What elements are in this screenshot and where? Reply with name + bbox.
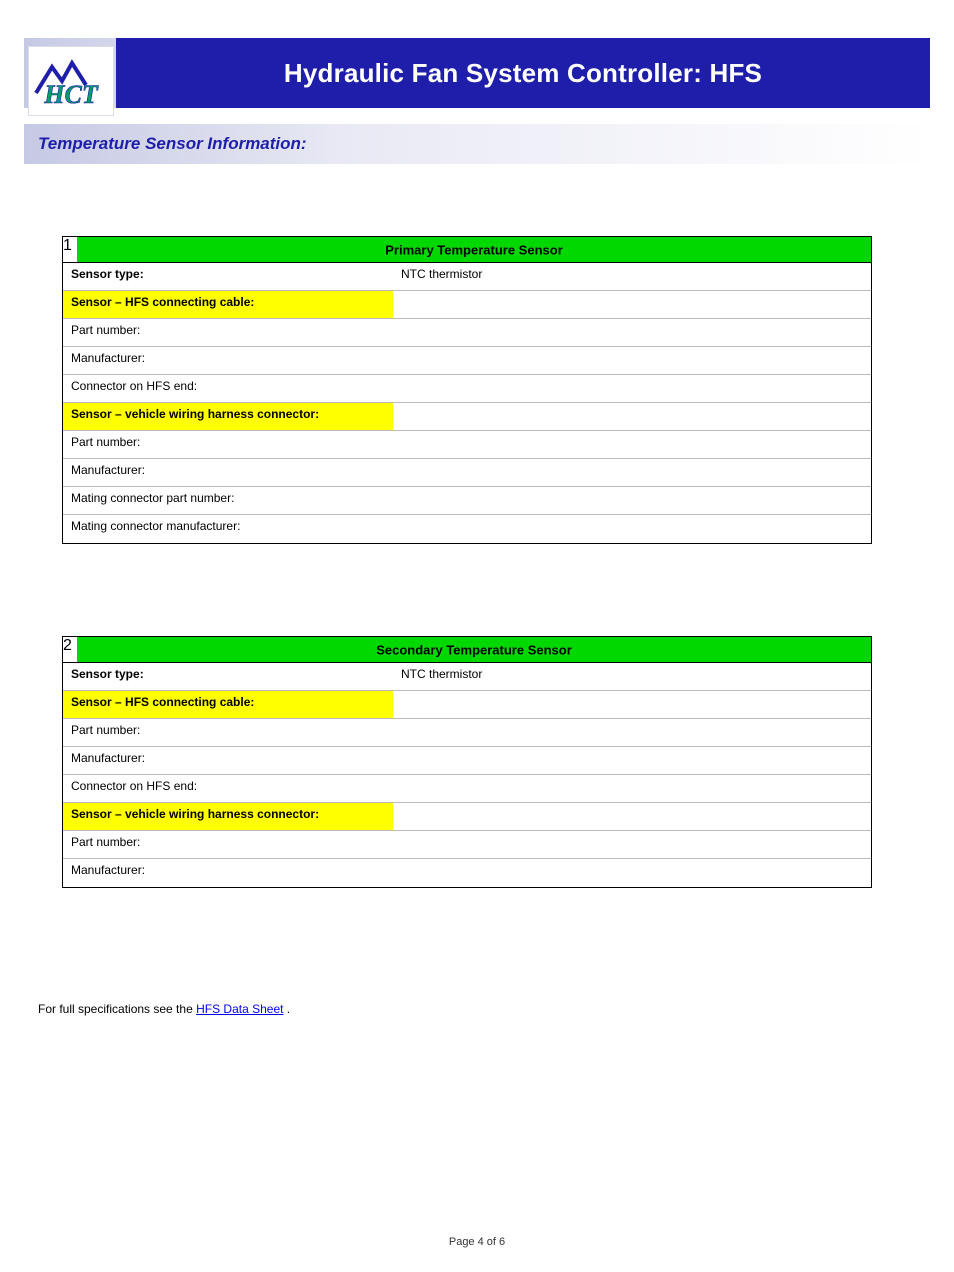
table-row: Sensor – HFS connecting cable: [63, 691, 871, 719]
top-banner: Hydraulic Fan System Controller: HFS [24, 38, 930, 108]
table-row: Sensor – vehicle wiring harness connecto… [63, 403, 871, 431]
row-label: Mating connector manufacturer: [63, 515, 393, 543]
table-row: Sensor type: NTC thermistor [63, 263, 871, 291]
box-a-header: 1 Primary Temperature Sensor [63, 237, 871, 263]
row-value: NTC thermistor [393, 663, 871, 690]
section-strip: Temperature Sensor Information: [24, 124, 930, 164]
table-row: Connector on HFS end: [63, 375, 871, 403]
logo-box: HCT [28, 46, 114, 116]
svg-text:HCT: HCT [43, 80, 99, 109]
row-label: Sensor – HFS connecting cable: [63, 691, 393, 718]
table-row: Part number: [63, 431, 871, 459]
table-row: Sensor type: NTC thermistor [63, 663, 871, 691]
row-value [393, 375, 871, 402]
row-value [393, 403, 871, 430]
row-label: Manufacturer: [63, 347, 393, 374]
box-b-header-text: Secondary Temperature Sensor [376, 642, 572, 657]
table-row: Manufacturer: [63, 347, 871, 375]
row-value [393, 431, 871, 458]
table-row: Part number: [63, 319, 871, 347]
box-a-header-text: Primary Temperature Sensor [385, 242, 563, 257]
box-b-header-num: 2 [63, 637, 77, 663]
row-value [393, 515, 871, 543]
row-label: Part number: [63, 831, 393, 858]
box-a-header-num: 1 [63, 237, 77, 263]
table-row: Part number: [63, 831, 871, 859]
row-label: Sensor – HFS connecting cable: [63, 291, 393, 318]
page-footer: Page 4 of 6 [0, 1236, 954, 1248]
table-row: Manufacturer: [63, 859, 871, 887]
row-label: Sensor – vehicle wiring harness connecto… [63, 403, 393, 430]
table-row: Mating connector manufacturer: [63, 515, 871, 543]
secondary-sensor-box: 2 Secondary Temperature Sensor Sensor ty… [62, 636, 872, 888]
page-root: Hydraulic Fan System Controller: HFS HCT… [0, 0, 954, 1272]
row-value [393, 319, 871, 346]
box-b-header: 2 Secondary Temperature Sensor [63, 637, 871, 663]
row-label: Mating connector part number: [63, 487, 393, 514]
row-label: Part number: [63, 431, 393, 458]
row-value [393, 747, 871, 774]
row-value [393, 859, 871, 887]
table-row: Part number: [63, 719, 871, 747]
primary-sensor-box: 1 Primary Temperature Sensor Sensor type… [62, 236, 872, 544]
table-row: Manufacturer: [63, 459, 871, 487]
row-value [393, 691, 871, 718]
row-value [393, 291, 871, 318]
row-value [393, 347, 871, 374]
row-label: Sensor – vehicle wiring harness connecto… [63, 803, 393, 830]
row-value [393, 831, 871, 858]
note-line: For full specifications see the HFS Data… [38, 1002, 290, 1016]
table-row: Mating connector part number: [63, 487, 871, 515]
row-label: Manufacturer: [63, 459, 393, 486]
box-b-header-bar: Secondary Temperature Sensor [77, 637, 871, 663]
row-value: NTC thermistor [393, 263, 871, 290]
box-a-header-bar: Primary Temperature Sensor [77, 237, 871, 263]
table-row: Manufacturer: [63, 747, 871, 775]
note-pre: For full specifications see the [38, 1002, 196, 1016]
datasheet-link[interactable]: HFS Data Sheet [196, 1002, 283, 1016]
table-row: Sensor – vehicle wiring harness connecto… [63, 803, 871, 831]
row-label: Sensor type: [63, 663, 393, 690]
row-value [393, 803, 871, 830]
row-label: Part number: [63, 719, 393, 746]
row-label: Manufacturer: [63, 859, 393, 887]
row-label: Part number: [63, 319, 393, 346]
section-title: Temperature Sensor Information: [38, 134, 307, 154]
note-post: . [287, 1002, 290, 1016]
row-label: Sensor type: [63, 263, 393, 290]
row-label: Connector on HFS end: [63, 775, 393, 802]
row-value [393, 487, 871, 514]
row-label: Manufacturer: [63, 747, 393, 774]
row-value [393, 459, 871, 486]
table-row: Connector on HFS end: [63, 775, 871, 803]
banner-stripe: Hydraulic Fan System Controller: HFS [116, 38, 930, 108]
banner-title: Hydraulic Fan System Controller: HFS [284, 58, 762, 89]
row-value [393, 775, 871, 802]
hct-logo-icon: HCT [32, 53, 110, 109]
row-value [393, 719, 871, 746]
table-row: Sensor – HFS connecting cable: [63, 291, 871, 319]
page-number: Page 4 of 6 [449, 1236, 505, 1248]
row-label: Connector on HFS end: [63, 375, 393, 402]
